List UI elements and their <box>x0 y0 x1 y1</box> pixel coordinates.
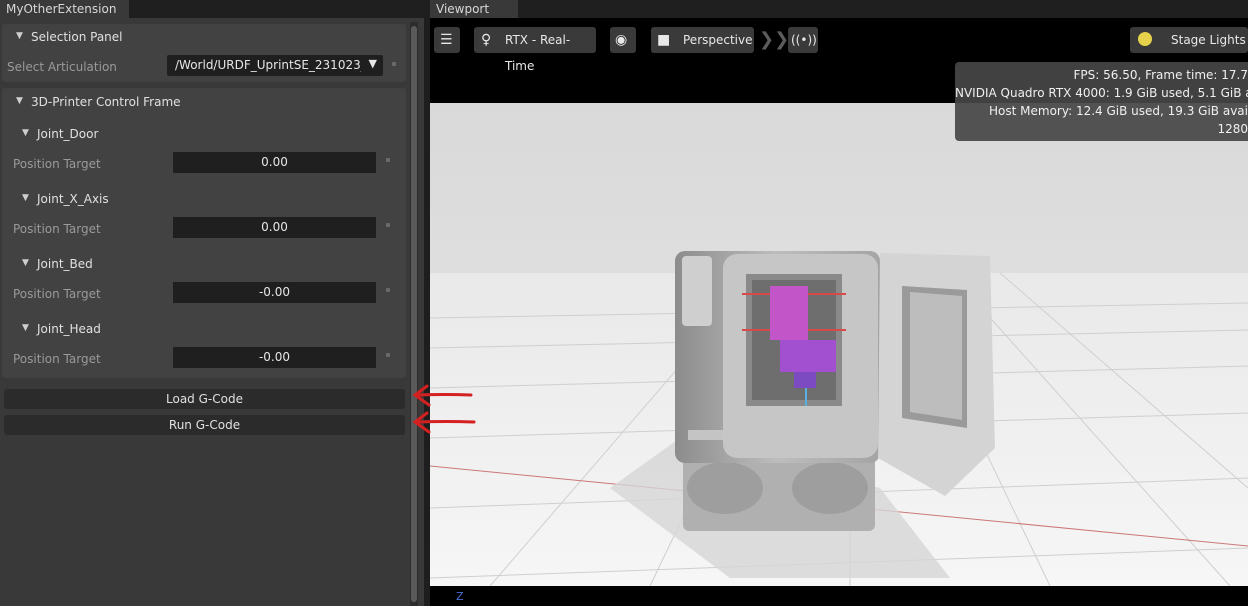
joint-head-position-field[interactable]: -0.00 <box>173 347 376 368</box>
run-gcode-button[interactable]: Run G-Code <box>4 415 405 435</box>
position-target-label: Position Target <box>13 287 101 301</box>
eye-icon: ◉ <box>615 32 628 48</box>
visibility-button[interactable]: ◉ <box>610 27 636 53</box>
broadcast-icon: ((•)) <box>791 33 817 47</box>
axis-z-label: Z <box>456 590 464 603</box>
joint-bed-header[interactable]: Joint_Bed <box>37 257 93 271</box>
annotation-arrows <box>412 384 476 434</box>
position-target-label: Position Target <box>13 157 101 171</box>
articulation-dropdown[interactable]: /World/URDF_UprintSE_231023_0 ▼ <box>167 55 383 76</box>
select-articulation-label: Select Articulation <box>7 60 117 74</box>
panel-tab-bar: MyOtherExtension <box>0 0 424 18</box>
broadcast-button[interactable]: ((•)) <box>788 27 818 53</box>
joint-bed-position-field[interactable]: -0.00 <box>173 282 376 303</box>
gpu-memory-stat: NVIDIA Quadro RTX 4000: 1.9 GiB used, 5.… <box>955 86 1248 100</box>
chevron-down-icon: ▼ <box>368 57 377 70</box>
reset-dot-icon <box>386 288 390 292</box>
position-target-label: Position Target <box>13 352 101 366</box>
extension-panel: MyOtherExtension ▼ Selection Panel Selec… <box>0 0 424 606</box>
camera-icon: ■ <box>657 32 671 48</box>
chevron-right-icon: ❯❯ <box>759 29 790 50</box>
renderer-mode-label: RTX - Real-Time <box>505 33 571 73</box>
sun-icon <box>1138 32 1152 46</box>
sliders-icon: ☰ <box>440 32 453 48</box>
resolution-stat: 1280 <box>1217 122 1248 136</box>
selection-panel-title[interactable]: Selection Panel <box>31 30 123 44</box>
joint-door-header[interactable]: Joint_Door <box>37 127 98 141</box>
fps-stat: FPS: 56.50, Frame time: 17.7 <box>1073 68 1248 82</box>
collapse-triangle-icon[interactable]: ▼ <box>22 323 29 333</box>
joint-head-header[interactable]: Joint_Head <box>37 322 101 336</box>
stage-lights-label: Stage Lights <box>1171 33 1246 47</box>
selection-panel-frame: ▼ Selection Panel Select Articulation /W… <box>2 24 406 82</box>
reset-dot-icon <box>386 158 390 162</box>
joint-x-axis-header[interactable]: Joint_X_Axis <box>37 192 109 206</box>
camera-label: Perspective <box>683 33 753 47</box>
arrow-left-icon <box>412 384 473 407</box>
scrollbar-thumb[interactable] <box>411 26 417 602</box>
joint-door-position-field[interactable]: 0.00 <box>173 152 376 173</box>
reset-dot-icon <box>386 223 390 227</box>
viewport-tab-bar: Viewport <box>430 0 1248 18</box>
collapse-triangle-icon[interactable]: ▼ <box>22 193 29 203</box>
stage-lights-button[interactable]: Stage Lights <box>1130 27 1248 53</box>
viewport-bottom-strip: Z <box>430 586 1248 606</box>
position-target-label: Position Target <box>13 222 101 236</box>
tab-my-other-extension[interactable]: MyOtherExtension <box>0 0 129 18</box>
collapse-triangle-icon[interactable]: ▼ <box>22 128 29 138</box>
collapse-triangle-icon[interactable]: ▼ <box>16 31 23 41</box>
camera-button[interactable]: ■ Perspective <box>651 27 754 53</box>
arrow-left-icon <box>412 411 476 434</box>
viewport[interactable]: ☰ ♀ RTX - Real-Time ◉ ■ Perspective ❯❯ (… <box>430 18 1248 606</box>
collapse-triangle-icon[interactable]: ▼ <box>22 258 29 268</box>
performance-stats: FPS: 56.50, Frame time: 17.7 NVIDIA Quad… <box>955 62 1248 141</box>
load-gcode-button[interactable]: Load G-Code <box>4 389 405 409</box>
reset-dot-icon <box>386 353 390 357</box>
reset-dot-icon <box>392 62 396 66</box>
renderer-mode-button[interactable]: ♀ RTX - Real-Time <box>474 27 596 73</box>
articulation-dropdown-value: /World/URDF_UprintSE_231023_0 <box>175 58 361 72</box>
lightbulb-icon: ♀ <box>481 32 492 48</box>
tab-viewport[interactable]: Viewport <box>430 0 518 18</box>
scrollbar-track[interactable] <box>410 22 418 606</box>
joint-x-axis-position-field[interactable]: 0.00 <box>173 217 376 238</box>
control-frame-title[interactable]: 3D-Printer Control Frame <box>31 95 181 109</box>
settings-sliders-button[interactable]: ☰ <box>434 27 460 53</box>
printer-control-frame: ▼ 3D-Printer Control Frame ▼ Joint_Door … <box>2 88 406 378</box>
collapse-triangle-icon[interactable]: ▼ <box>16 96 23 106</box>
host-memory-stat: Host Memory: 12.4 GiB used, 19.3 GiB ava… <box>989 104 1248 118</box>
